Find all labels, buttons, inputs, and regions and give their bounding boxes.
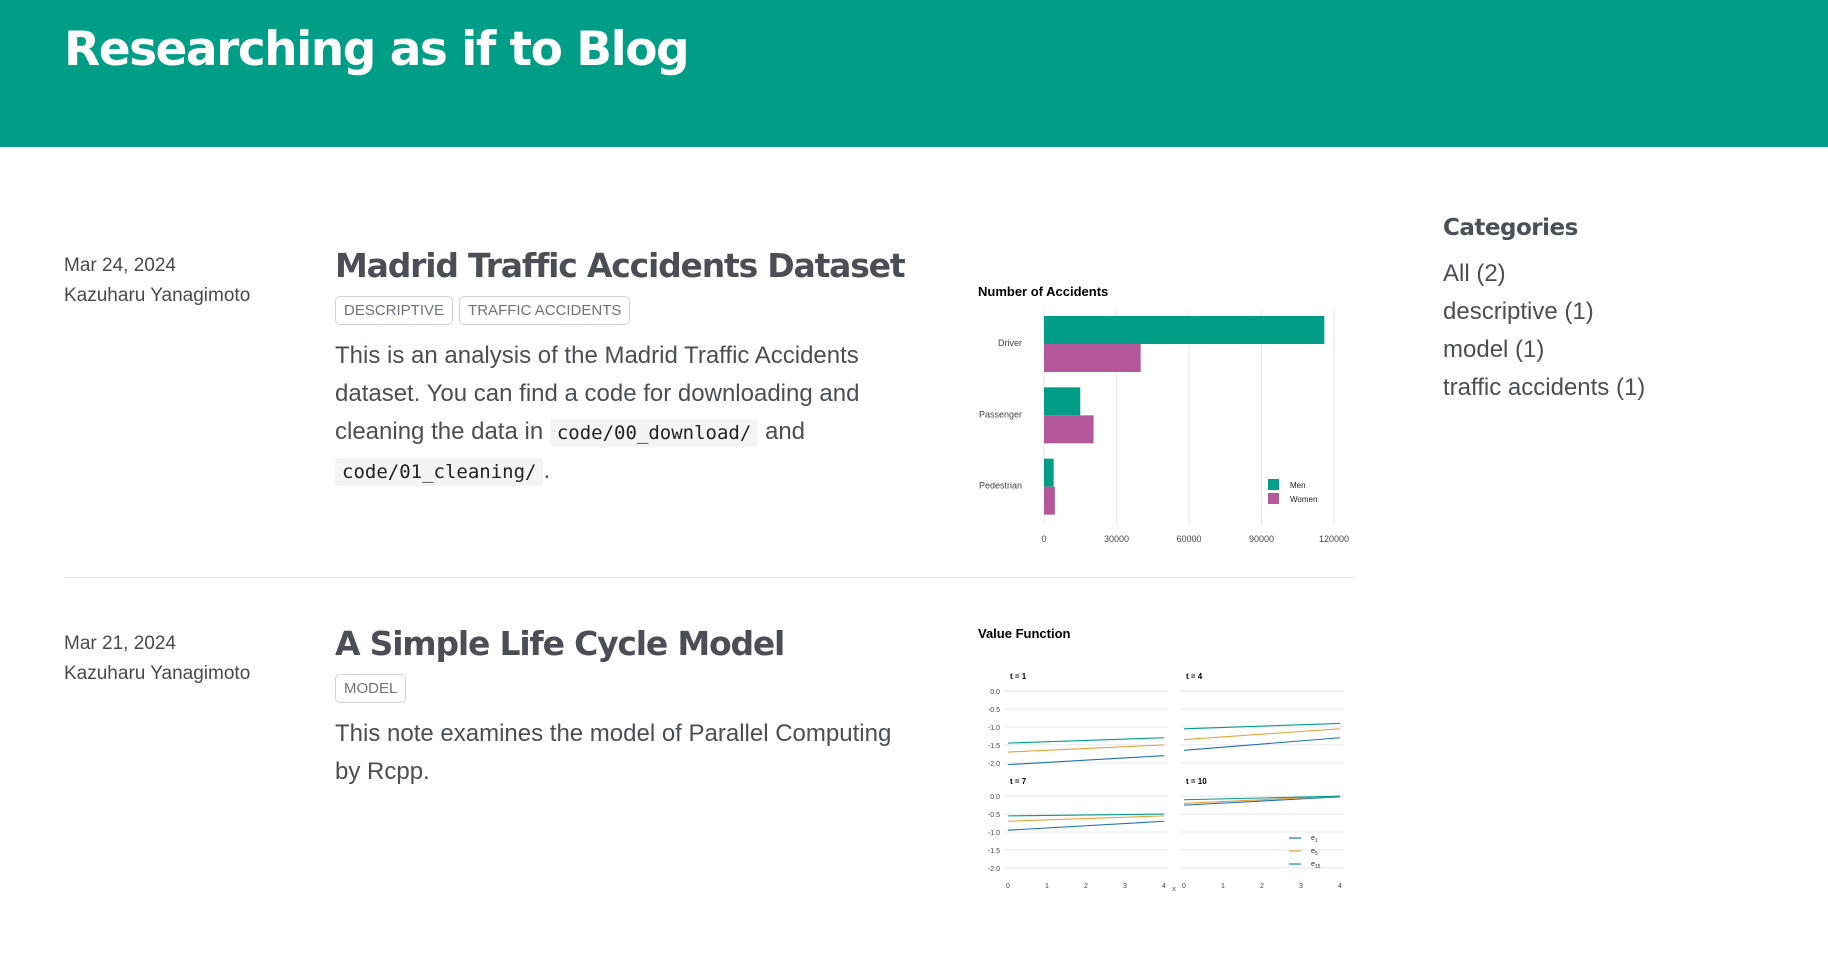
- post-author: Kazuharu Yanagimoto: [64, 663, 251, 684]
- panel-label: t = 1: [1010, 672, 1027, 681]
- post-title[interactable]: Madrid Traffic Accidents Dataset: [335, 244, 915, 288]
- x-tick-label: 0: [1041, 534, 1046, 544]
- y-tick-label: Passenger: [979, 409, 1022, 419]
- post-meta: Mar 24, 2024 Kazuharu Yanagimoto: [64, 251, 250, 311]
- y-tick-label: 0.0: [990, 794, 1000, 801]
- x-axis-label: x: [1172, 886, 1176, 892]
- x-tick-label: 120000: [1319, 534, 1349, 544]
- post-categories: DESCRIPTIVE TRAFFIC ACCIDENTS: [335, 296, 915, 325]
- code-snippet: code/00_download/: [549, 419, 759, 447]
- x-tick-label: 2: [1084, 883, 1088, 890]
- category-badge-descriptive[interactable]: DESCRIPTIVE: [335, 296, 454, 325]
- sidebar-item-all[interactable]: All (2): [1443, 255, 1763, 293]
- series-line-e15: [1007, 737, 1165, 744]
- bar-men: [1044, 458, 1054, 487]
- series-line-e5: [1183, 728, 1341, 741]
- code-snippet: code/01_cleaning/: [335, 458, 544, 486]
- desc-text: and: [758, 418, 806, 445]
- chart-title: Number of Accidents: [978, 284, 1108, 299]
- post-meta: Mar 21, 2024 Kazuharu Yanagimoto: [64, 629, 250, 689]
- y-tick-label: -1.5: [988, 848, 1000, 855]
- bar-men: [1044, 387, 1081, 416]
- panel-label: t = 7: [1010, 777, 1027, 786]
- panel-label: t = 4: [1186, 672, 1203, 681]
- x-tick-label: 1: [1221, 883, 1225, 890]
- x-tick-label: 4: [1338, 883, 1342, 890]
- accidents-bar-chart[interactable]: Number of Accidents 0 30000 60000 90000 12000…: [976, 280, 1356, 550]
- x-tick-label: 3: [1123, 883, 1127, 890]
- bar-men: [1044, 316, 1325, 344]
- sidebar-heading: Categories: [1443, 215, 1578, 241]
- legend-label: e15: [1311, 861, 1321, 870]
- post-description: This note examines the model of Parallel…: [335, 715, 915, 791]
- x-tick-label: 60000: [1176, 534, 1201, 544]
- x-tick-label: 0: [1182, 883, 1186, 890]
- site-title[interactable]: Researching as if to Blog: [64, 22, 690, 77]
- legend-label: Women: [1290, 495, 1317, 504]
- bar-women: [1044, 344, 1141, 372]
- y-tick-label: -0.5: [988, 707, 1000, 714]
- y-tick-label: 0.0: [990, 689, 1000, 696]
- x-tick-label: 30000: [1104, 534, 1129, 544]
- post-date: Mar 21, 2024: [64, 633, 176, 654]
- post-categories: MODEL: [335, 674, 915, 703]
- y-tick-label: -1.0: [988, 830, 1000, 837]
- category-badge-model[interactable]: MODEL: [335, 674, 407, 703]
- series-line-e5: [1007, 815, 1165, 822]
- y-tick-label: Pedestrian: [979, 481, 1022, 491]
- legend-label: e5: [1311, 848, 1318, 857]
- x-tick-label: 0: [1006, 883, 1010, 890]
- y-tick-label: -0.5: [988, 812, 1000, 819]
- post-listing: Mar 24, 2024 Kazuharu Yanagimoto Madrid …: [64, 200, 1355, 955]
- post-description: This is an analysis of the Madrid Traffi…: [335, 337, 915, 491]
- sidebar-item-traffic-accidents[interactable]: traffic accidents (1): [1443, 369, 1763, 407]
- legend-label: Men: [1290, 481, 1306, 490]
- value-function-chart[interactable]: Value Function t = 1 0.0 -0.5 -1.0 -1.5 -2.0 t …: [976, 622, 1356, 892]
- category-badge-traffic-accidents[interactable]: TRAFFIC ACCIDENTS: [459, 296, 631, 325]
- sidebar-item-descriptive[interactable]: descriptive (1): [1443, 293, 1763, 331]
- y-tick-label: -2.0: [988, 866, 1000, 873]
- legend-key: [1268, 479, 1279, 490]
- post-author: Kazuharu Yanagimoto: [64, 285, 251, 306]
- bar-women: [1044, 486, 1055, 515]
- x-tick-label: 4: [1162, 883, 1166, 890]
- post-item[interactable]: Mar 24, 2024 Kazuharu Yanagimoto Madrid …: [64, 200, 1355, 578]
- x-tick-label: 1: [1045, 883, 1049, 890]
- legend-key: [1268, 493, 1279, 504]
- y-tick-label: -2.0: [988, 761, 1000, 768]
- series-line-e1: [1183, 737, 1341, 751]
- post-body: Madrid Traffic Accidents Dataset DESCRIP…: [335, 244, 915, 491]
- series-line-e5: [1007, 744, 1165, 753]
- y-tick-label: -1.5: [988, 743, 1000, 750]
- post-item[interactable]: Mar 21, 2024 Kazuharu Yanagimoto A Simpl…: [64, 578, 1355, 955]
- desc-text: .: [543, 457, 551, 484]
- post-title[interactable]: A Simple Life Cycle Model: [335, 622, 915, 666]
- panel-label: t = 10: [1186, 777, 1207, 786]
- post-body: A Simple Life Cycle Model MODEL This not…: [335, 622, 915, 791]
- chart-title: Value Function: [978, 626, 1071, 641]
- site-banner: Researching as if to Blog: [0, 0, 1828, 147]
- categories-sidebar: Categories All (2) descriptive (1) model…: [1443, 215, 1763, 407]
- legend-label: e1: [1311, 835, 1318, 844]
- sidebar-item-model[interactable]: model (1): [1443, 331, 1763, 369]
- x-tick-label: 90000: [1249, 534, 1274, 544]
- post-date: Mar 24, 2024: [64, 255, 176, 276]
- series-line-e15: [1183, 722, 1341, 730]
- y-tick-label: -1.0: [988, 725, 1000, 732]
- bar-women: [1044, 415, 1094, 444]
- y-tick-label: Driver: [998, 338, 1022, 348]
- x-tick-label: 3: [1299, 883, 1303, 890]
- series-line-e1: [1007, 820, 1165, 831]
- desc-text: This note examines the model of Parallel…: [335, 720, 892, 785]
- x-tick-label: 2: [1260, 883, 1264, 890]
